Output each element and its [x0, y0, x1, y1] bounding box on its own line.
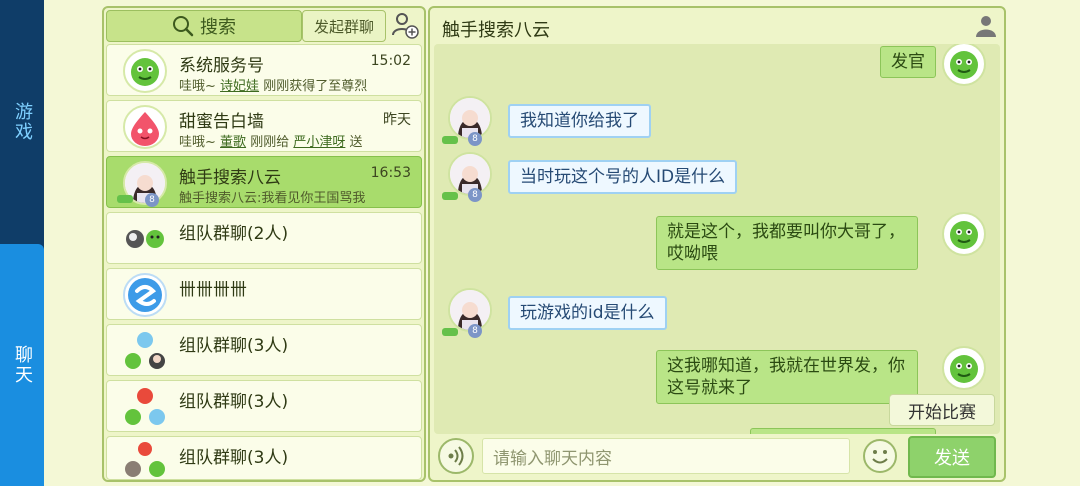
avatar [123, 105, 167, 149]
profile-button[interactable] [976, 15, 996, 41]
tab-chat[interactable]: 聊天 [0, 244, 44, 486]
gender-mark-icon [442, 136, 458, 144]
level-badge: 8 [145, 193, 159, 207]
gender-mark-icon [442, 328, 458, 336]
conversation-name: 卌卌卌卌 [179, 280, 247, 300]
person-icon [976, 16, 996, 37]
group-avatar-icon [121, 439, 169, 479]
left-nav: 游戏 聊天 [0, 0, 44, 486]
conversation-item[interactable]: 卌卌卌卌 [106, 268, 422, 320]
conversation-name: 组队群聊(3人) [179, 448, 289, 468]
conversation-item[interactable]: 组队群聊(3人) [106, 324, 422, 376]
conversation-name: 甜蜜告白墙 [179, 112, 264, 132]
conversation-item[interactable]: 系统服务号 15:02 哇哦~ 诗妃娃 刚刚获得了至尊烈 [106, 44, 422, 96]
preview-prefix: 哇哦~ [179, 135, 216, 150]
conversation-preview: 哇哦~ 董歌 刚刚给 严小津呀 送 [179, 131, 363, 150]
message-bubble-received: 我知道你给我了 [508, 104, 651, 138]
message-input[interactable]: 请输入聊天内容 [482, 438, 850, 474]
conversation-list-panel: 搜索 发起群聊 系统服务号 15:02 哇哦~ 诗妃娃 刚刚获得了至尊烈 甜蜜告… [102, 6, 426, 482]
message-bubble-sent: 这我哪知道，我就在世界发，你这号就来了 [656, 350, 918, 404]
search-label: 搜索 [200, 17, 236, 38]
conversation-item[interactable]: 组队群聊(2人) [106, 212, 422, 264]
conversation-name: 组队群聊(3人) [179, 392, 289, 412]
start-group-chat-button[interactable]: 发起群聊 [302, 10, 386, 42]
chat-input-bar: 请输入聊天内容 发送 [430, 434, 1004, 482]
message-bubble-sent: 发官 [880, 46, 936, 78]
green-blob-avatar-icon [950, 221, 978, 249]
conversation-time: 16:53 [370, 165, 411, 181]
level-badge: 8 [468, 132, 482, 146]
conversation-name: 组队群聊(3人) [179, 336, 289, 356]
search-button[interactable]: 搜索 [106, 10, 302, 42]
girl-photo-avatar-icon [450, 290, 490, 330]
tab-game-label-1: 游戏 [12, 102, 33, 142]
gender-mark-icon [117, 195, 133, 203]
preview-user-link-2[interactable]: 严小津呀 [293, 135, 345, 150]
message-bubble-received: 当时玩这个号的人ID是什么 [508, 160, 738, 194]
preview-user-link[interactable]: 董歌 [220, 135, 246, 150]
red-drop-avatar-icon [131, 112, 159, 146]
conversation-time: 15:02 [370, 53, 411, 69]
group-avatar-icon [121, 385, 169, 429]
emoji-icon [863, 439, 897, 473]
green-blob-avatar-icon [131, 58, 159, 86]
my-avatar[interactable] [942, 44, 986, 86]
message-list[interactable]: 发官 8 我知道你给我了 8 当时玩这个号的人ID是什么 就是这个，我都要叫你大… [434, 44, 1000, 434]
my-avatar[interactable] [942, 346, 986, 390]
girl-photo-avatar-icon [450, 98, 490, 138]
conversation-name: 组队群聊(2人) [179, 224, 289, 244]
chat-header: 触手搜索八云 [430, 8, 1004, 44]
add-friend-button[interactable] [388, 10, 422, 40]
chat-title: 触手搜索八云 [442, 20, 550, 41]
voice-button[interactable] [438, 438, 474, 474]
preview-suffix: 送 [349, 135, 363, 150]
group-avatar-icon [121, 329, 169, 373]
emoji-button[interactable] [862, 438, 898, 474]
search-icon [173, 16, 194, 37]
tab-game[interactable]: 游戏 [0, 0, 44, 244]
conversation-name: 触手搜索八云 [179, 168, 281, 188]
green-blob-avatar-icon [950, 51, 978, 79]
voice-icon [448, 446, 464, 466]
blue-logo-avatar-icon [128, 278, 162, 312]
add-user-icon [392, 13, 419, 39]
conversation-item[interactable]: 组队群聊(3人) [106, 436, 422, 480]
preview-middle: 刚刚给 [250, 135, 290, 150]
gender-mark-icon [442, 192, 458, 200]
avatar [123, 273, 167, 317]
send-button[interactable]: 发送 [908, 436, 996, 478]
preview-prefix: 哇哦~ [179, 79, 216, 94]
preview-suffix: 刚刚获得了至尊烈 [263, 79, 368, 94]
start-match-button[interactable]: 开始比赛 [889, 394, 995, 426]
conversation-preview: 触手搜索八云:我看见你王国骂我 [179, 191, 366, 206]
conversation-name: 系统服务号 [179, 56, 264, 76]
group-avatar-icon [123, 223, 167, 253]
girl-photo-avatar-icon [450, 154, 490, 194]
conversation-item-selected[interactable]: 8 触手搜索八云 16:53 触手搜索八云:我看见你王国骂我 [106, 156, 422, 208]
green-blob-avatar-icon [950, 355, 978, 383]
conversation-item[interactable]: 组队群聊(3人) [106, 380, 422, 432]
conversation-time: 昨天 [383, 112, 411, 128]
avatar [123, 49, 167, 93]
conversation-preview: 哇哦~ 诗妃娃 刚刚获得了至尊烈 [179, 75, 367, 94]
tab-chat-label: 聊天 [12, 345, 33, 385]
list-toolbar: 搜索 发起群聊 [104, 8, 424, 44]
conversation-item[interactable]: 甜蜜告白墙 昨天 哇哦~ 董歌 刚刚给 严小津呀 送 [106, 100, 422, 152]
message-bubble-sent: 就是这个，我都要叫你大哥了，哎呦喂 [656, 216, 918, 270]
preview-user-link[interactable]: 诗妃娃 [220, 79, 259, 94]
message-bubble-received: 玩游戏的id是什么 [508, 296, 667, 330]
level-badge: 8 [468, 324, 482, 338]
level-badge: 8 [468, 188, 482, 202]
my-avatar[interactable] [942, 212, 986, 256]
